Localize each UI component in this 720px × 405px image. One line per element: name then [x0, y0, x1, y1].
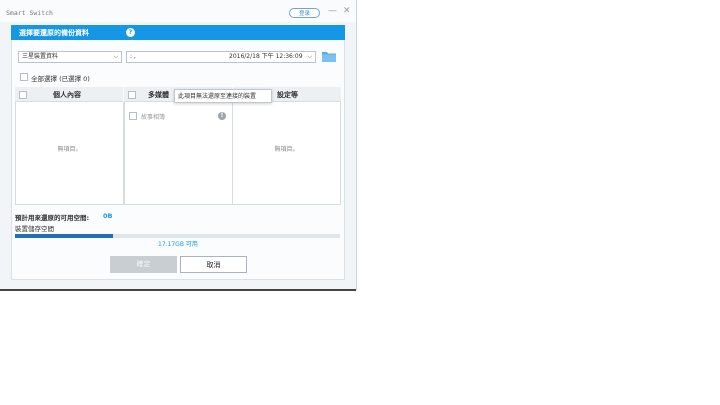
personal-checkbox[interactable]: [19, 91, 27, 99]
empty-text: 無項目。: [57, 146, 82, 153]
chevron-down-icon: ⌵: [113, 53, 118, 60]
select-all-label: 全部選擇 (已選擇 0): [31, 75, 90, 83]
dialog-header: 選擇要還原的備份資料 ?: [11, 25, 345, 40]
device-select[interactable]: 三星裝置資料 ⌵: [18, 51, 122, 63]
chevron-down-icon: ⌵: [307, 53, 312, 60]
info-icon[interactable]: !: [218, 112, 226, 120]
media-list: 故事相簿: [124, 102, 233, 205]
dialog-title: 選擇要還原的備份資料: [19, 29, 89, 37]
column-title: 設定等: [277, 91, 298, 99]
backup-select-date: 2016/2/18 下午 12:36:09: [229, 53, 303, 60]
title-bar: Smart Switch 登录 — ✕: [0, 0, 356, 22]
ok-button[interactable]: 確定: [110, 256, 177, 273]
story-album-checkbox[interactable]: [129, 112, 137, 120]
media-checkbox[interactable]: [128, 91, 136, 99]
device-select-value: 三星裝置資料: [22, 53, 59, 60]
tooltip: 此項目無法還原至連接的裝置: [174, 89, 272, 103]
divider: [0, 289, 356, 291]
login-button[interactable]: 登录: [289, 8, 320, 18]
story-album-label: 故事相簿: [141, 114, 166, 121]
storage-label: 裝置儲存空間: [15, 225, 54, 233]
minimize-icon[interactable]: —: [328, 6, 337, 16]
storage-progress-fill: [15, 234, 113, 238]
cancel-button[interactable]: 取消: [180, 256, 247, 273]
column-header-personal: 個人內容: [15, 87, 123, 102]
help-icon[interactable]: ?: [126, 28, 135, 37]
column-title: 個人內容: [53, 91, 81, 99]
settings-list: 無項目。: [232, 102, 341, 205]
storage-progress-bar: [15, 234, 340, 238]
select-all-checkbox[interactable]: [20, 73, 28, 81]
backup-select[interactable]: : , 2016/2/18 下午 12:36:09 ⌵: [126, 51, 316, 63]
column-title: 多媒體: [148, 91, 169, 99]
smart-switch-window: Smart Switch 登录 — ✕ 選擇要還原的備份資料 ? 三星裝置資料 …: [0, 0, 357, 290]
close-icon[interactable]: ✕: [343, 6, 351, 16]
space-value: 0B: [103, 212, 113, 220]
empty-text: 無項目。: [274, 146, 299, 153]
folder-icon[interactable]: [322, 51, 336, 62]
app-title: Smart Switch: [6, 9, 53, 17]
space-label: 預計用來還原的可用空間:: [15, 214, 90, 222]
storage-available: 17.17GB 可用: [158, 241, 198, 248]
personal-list: 無項目。: [15, 102, 124, 205]
backup-select-name: : ,: [130, 53, 136, 60]
